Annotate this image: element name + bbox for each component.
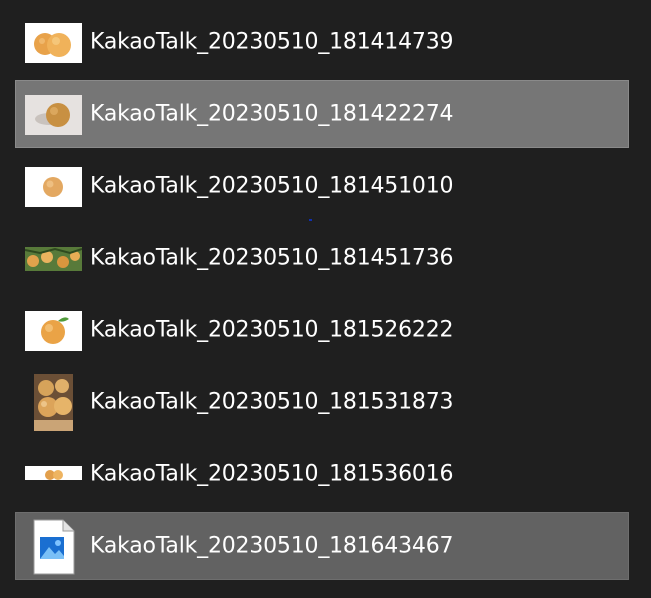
file-name: KakaoTalk_20230510_181422274 (90, 101, 454, 127)
stray-dot (309, 219, 312, 221)
pear-photo-thumbnail-icon (25, 95, 82, 135)
file-name: KakaoTalk_20230510_181643467 (90, 533, 454, 559)
pear-tree-photo-thumbnail-icon (25, 247, 82, 271)
pear-photo-thumbnail-icon (25, 23, 82, 63)
file-item[interactable]: KakaoTalk_20230510_181531873 (15, 368, 629, 436)
file-item-hovered[interactable]: KakaoTalk_20230510_181643467 (15, 512, 629, 580)
pear-photo-thumbnail-icon (25, 167, 82, 207)
file-item-selected[interactable]: KakaoTalk_20230510_181422274 (15, 80, 629, 148)
pear-photo-thumbnail-icon (25, 311, 82, 351)
file-item[interactable]: KakaoTalk_20230510_181536016 (15, 440, 629, 508)
file-item[interactable]: KakaoTalk_20230510_181414739 (15, 8, 629, 76)
file-name: KakaoTalk_20230510_181526222 (90, 317, 454, 343)
pear-box-photo-thumbnail-icon (34, 374, 73, 431)
file-item[interactable]: KakaoTalk_20230510_181451736 (15, 224, 629, 292)
file-item[interactable]: KakaoTalk_20230510_181526222 (15, 296, 629, 364)
file-name: KakaoTalk_20230510_181531873 (90, 389, 454, 415)
file-name: KakaoTalk_20230510_181451736 (90, 245, 454, 271)
image-file-icon (33, 519, 75, 575)
file-name: KakaoTalk_20230510_181536016 (90, 461, 454, 487)
file-list: KakaoTalk_20230510_181414739 KakaoTalk_2… (0, 0, 651, 598)
file-name: KakaoTalk_20230510_181451010 (90, 173, 454, 199)
file-name: KakaoTalk_20230510_181414739 (90, 29, 454, 55)
pear-photo-thumbnail-icon (25, 466, 82, 480)
file-item[interactable]: KakaoTalk_20230510_181451010 (15, 152, 629, 220)
